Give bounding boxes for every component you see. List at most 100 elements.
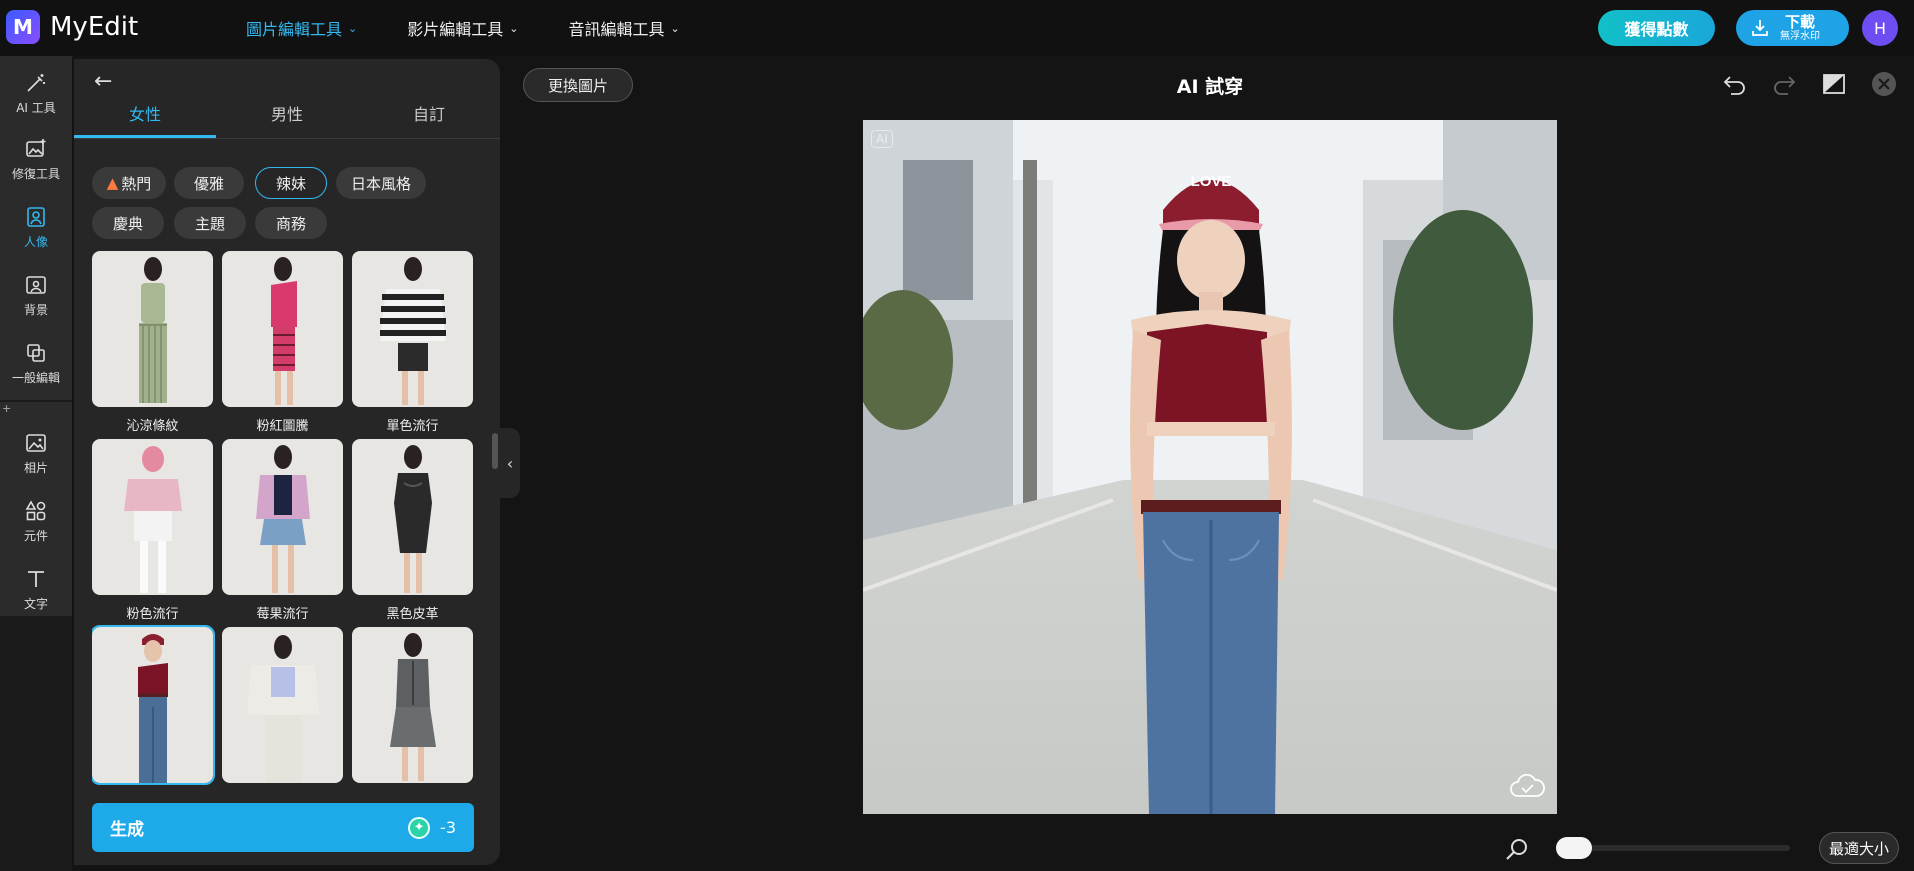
chip-festival[interactable]: 慶典: [92, 207, 164, 239]
chevron-down-icon: ⌄: [670, 21, 680, 35]
chip-theme[interactable]: 主題: [174, 207, 246, 239]
style-card[interactable]: 粉色流行: [92, 439, 213, 622]
magic-wand-icon: [27, 73, 45, 92]
nav-video-tools[interactable]: 影片編輯工具 ⌄: [407, 16, 518, 40]
cap-text: LOVE: [1191, 173, 1232, 190]
gender-tabs: 女性 男性 自訂: [74, 99, 500, 139]
main-nav: 圖片編輯工具 ⌄ 影片編輯工具 ⌄ 音訊編輯工具 ⌄: [246, 16, 730, 40]
redo-icon[interactable]: [1770, 70, 1798, 98]
text-icon: [28, 570, 44, 587]
chip-japanese-style[interactable]: 日本風格: [336, 167, 426, 199]
chevron-down-icon: ⌄: [348, 21, 358, 35]
style-label: 粉紅圖騰: [256, 419, 309, 434]
style-label: 莓果流行: [256, 607, 309, 622]
generate-cost: ✦ -3: [408, 816, 456, 839]
style-thumbnail-selected: [92, 625, 215, 785]
generate-button[interactable]: 生成 ✦ -3: [92, 803, 474, 852]
nav-label: 音訊編輯工具: [568, 20, 665, 39]
app-name: MyEdit: [50, 12, 139, 42]
chip-label: 熱門: [121, 174, 152, 193]
cost-value: -3: [440, 818, 456, 837]
style-card[interactable]: 黑色皮革: [352, 439, 473, 622]
sidebar-item-photo[interactable]: 相片: [0, 420, 72, 486]
sidebar-item-text[interactable]: 文字: [0, 556, 72, 622]
style-card[interactable]: 沁涼條紋: [92, 251, 213, 434]
style-card[interactable]: 單色流行: [352, 251, 473, 434]
style-card[interactable]: [222, 627, 343, 791]
get-points-button[interactable]: 獲得點數: [1598, 10, 1715, 46]
sidebar-item-label: 相片: [23, 460, 48, 475]
style-card[interactable]: [352, 627, 473, 791]
tab-custom[interactable]: 自訂: [358, 99, 500, 138]
photo-icon: [26, 433, 46, 452]
crop-icon: [27, 343, 45, 362]
download-icon: [1752, 20, 1768, 36]
tryon-photo: LOVE: [863, 120, 1557, 814]
sidebar-item-label: 背景: [23, 302, 48, 317]
logo[interactable]: M MyEdit: [6, 10, 138, 44]
sidebar-item-repair-tools[interactable]: 修復工具: [0, 126, 72, 192]
chip-hot-girl[interactable]: 辣妹: [255, 167, 327, 199]
style-thumbnail: [352, 251, 473, 407]
sidebar-item-background[interactable]: 背景: [0, 262, 72, 328]
nav-label: 影片編輯工具: [407, 20, 504, 39]
collapse-panel-button[interactable]: ‹: [500, 428, 520, 498]
sidebar-item-ai-tools[interactable]: AI 工具: [0, 60, 72, 126]
undo-icon[interactable]: [1721, 70, 1749, 98]
style-thumbnail: [92, 439, 213, 595]
style-thumbnail: [222, 627, 343, 783]
portrait-icon: [27, 206, 45, 227]
sidebar-item-label: 修復工具: [11, 166, 60, 181]
replace-image-button[interactable]: 更換圖片: [523, 68, 633, 102]
page-title: AI 試穿: [1176, 76, 1244, 98]
compare-icon[interactable]: [1820, 70, 1848, 98]
background-icon: [26, 275, 46, 294]
nav-audio-tools[interactable]: 音訊編輯工具 ⌄: [568, 16, 679, 40]
result-image: LOVE AI: [863, 120, 1557, 814]
close-icon[interactable]: [1870, 70, 1898, 98]
back-arrow-icon[interactable]: ←: [94, 69, 112, 94]
add-icon[interactable]: +: [2, 402, 11, 415]
style-card[interactable]: 莓果流行: [222, 439, 343, 622]
style-thumbnail: [352, 439, 473, 595]
style-card[interactable]: [92, 625, 215, 791]
sidebar-item-label: 人像: [23, 234, 48, 249]
chip-elegant[interactable]: 優雅: [174, 167, 244, 199]
sidebar-item-general-edit[interactable]: 一般編輯: [0, 330, 72, 396]
top-bar: M MyEdit 圖片編輯工具 ⌄ 影片編輯工具 ⌄ 音訊編輯工具 ⌄ 獲得點數 下載…: [0, 0, 1914, 56]
style-thumbnail: [92, 251, 213, 407]
download-button[interactable]: 下載 無浮水印: [1736, 10, 1849, 46]
tab-female[interactable]: 女性: [74, 99, 216, 138]
chip-popular[interactable]: ▲ 熱門: [92, 167, 166, 199]
sidebar-item-label: AI 工具: [16, 100, 56, 115]
tab-male[interactable]: 男性: [216, 99, 358, 138]
ai-badge: AI: [871, 130, 893, 148]
panel-scrollbar[interactable]: [492, 433, 498, 469]
sidebar-item-label: 元件: [23, 528, 48, 543]
chip-business[interactable]: 商務: [255, 207, 327, 239]
nav-label: 圖片編輯工具: [246, 20, 343, 39]
fire-icon: ▲: [106, 174, 119, 192]
tool-sidebar: AI 工具 修復工具 人像 背景 一般編輯 + 相片 元件 文字: [0, 56, 72, 871]
generate-label: 生成: [110, 820, 144, 840]
download-sublabel: 無浮水印: [1780, 30, 1820, 42]
shapes-icon: [25, 499, 46, 520]
nav-image-tools[interactable]: 圖片編輯工具 ⌄: [246, 16, 357, 40]
style-thumbnail: [352, 627, 473, 783]
style-label: 黑色皮革: [386, 607, 439, 622]
sidebar-item-elements[interactable]: 元件: [0, 488, 72, 554]
style-label: 單色流行: [386, 419, 439, 434]
style-card[interactable]: 粉紅圖騰: [222, 251, 343, 434]
style-panel: ← 女性 男性 自訂 ▲ 熱門 優雅 辣妹 日本風格 慶典 主題 商務 沁涼條紋 …: [74, 59, 500, 865]
user-avatar[interactable]: H: [1862, 10, 1898, 46]
style-thumbnail: [222, 439, 343, 595]
sidebar-item-label: 文字: [23, 596, 48, 611]
image-repair-icon: [26, 138, 46, 157]
fit-to-screen-button[interactable]: 最適大小: [1819, 832, 1899, 864]
style-thumbnail: [222, 251, 343, 407]
download-label: 下載: [1784, 12, 1815, 31]
zoom-icon[interactable]: [1504, 836, 1530, 862]
chevron-left-icon: ‹: [506, 453, 514, 473]
sidebar-item-portrait[interactable]: 人像: [0, 194, 72, 260]
zoom-slider-handle[interactable]: [1556, 837, 1592, 859]
